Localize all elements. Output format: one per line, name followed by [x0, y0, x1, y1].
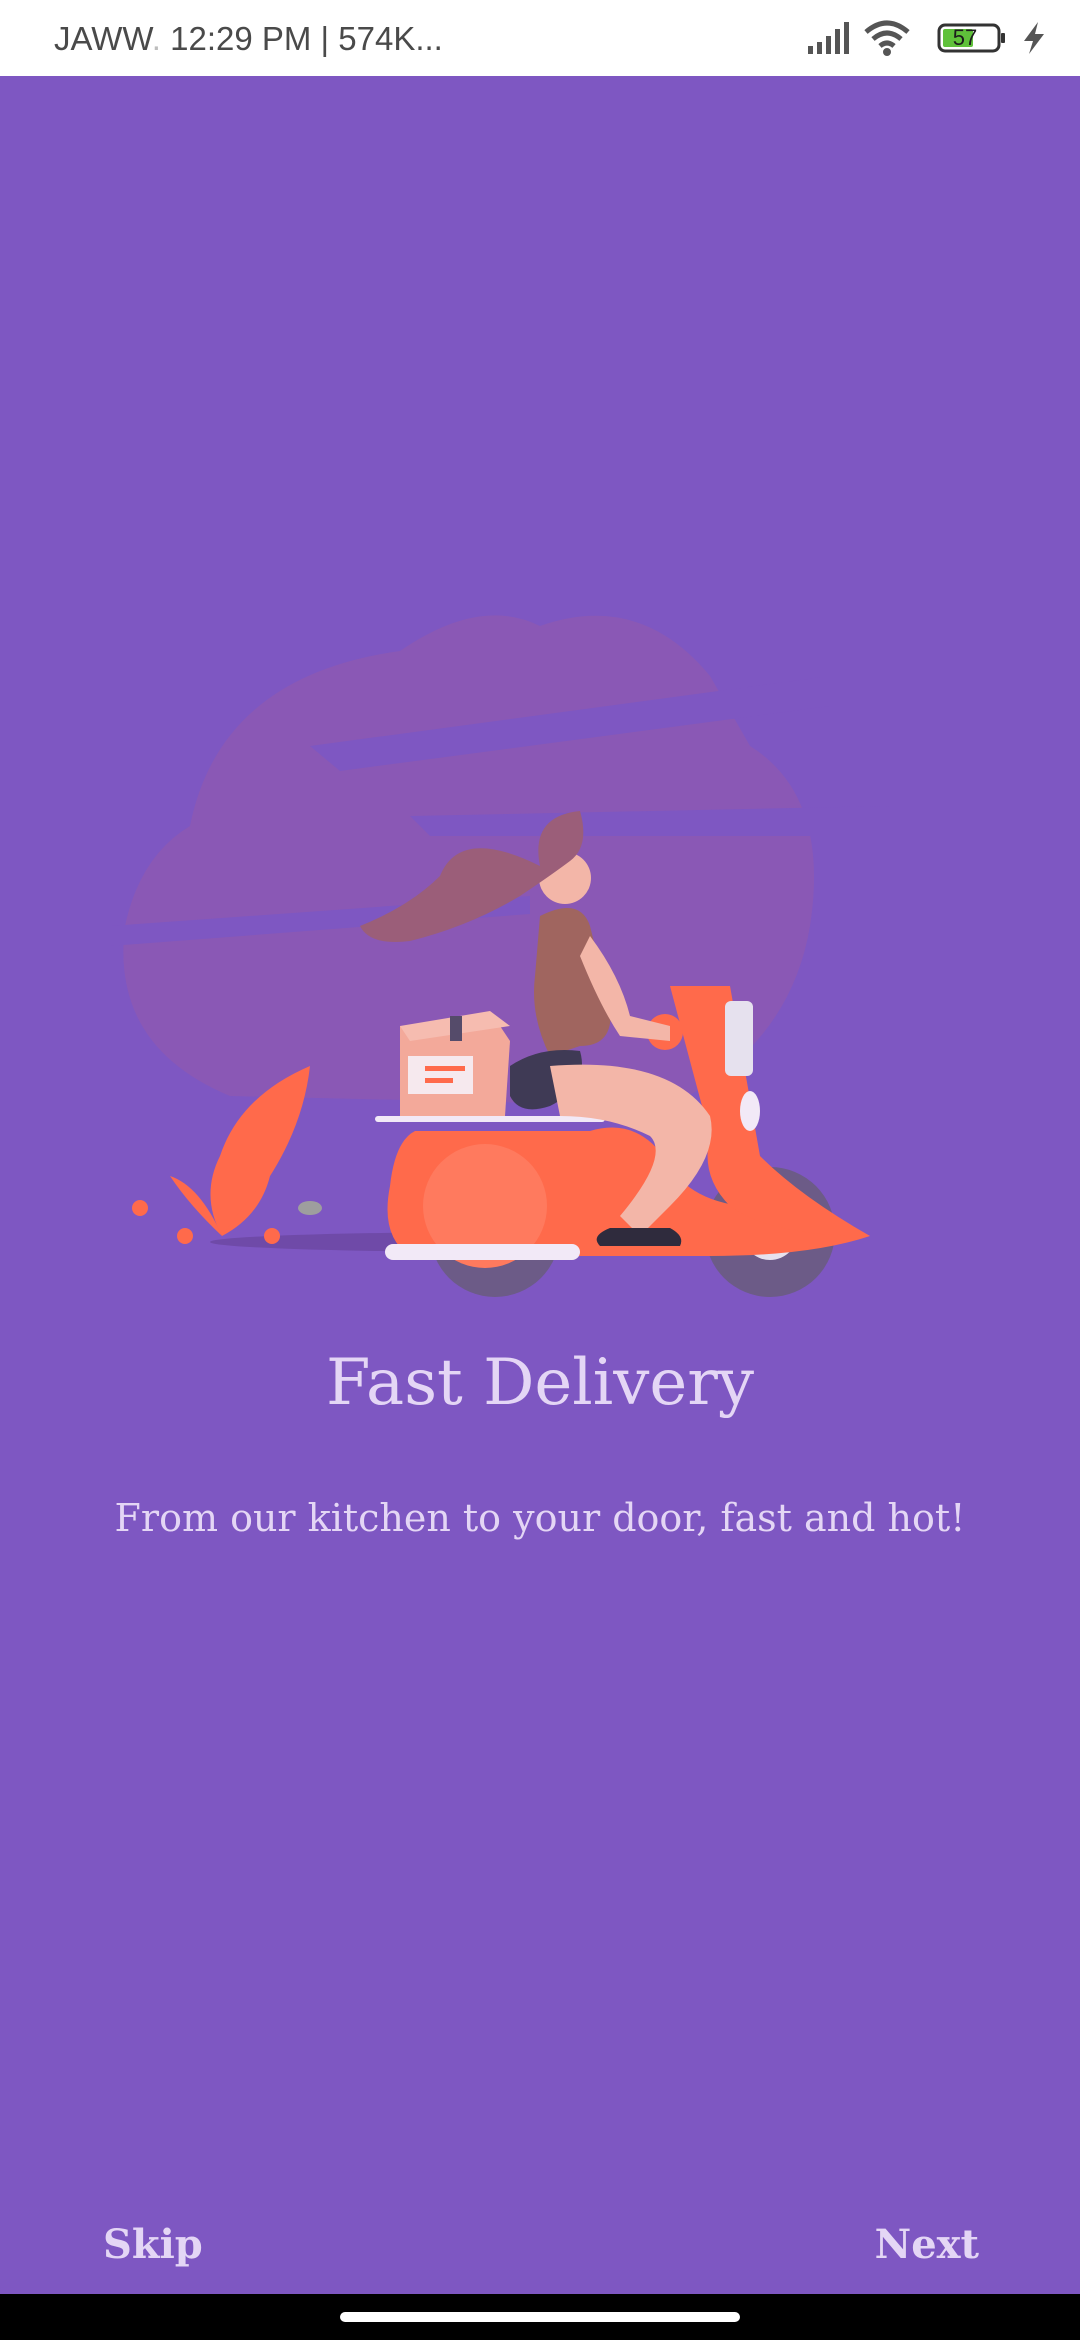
system-nav-bar — [0, 2294, 1080, 2340]
carrier-name: JAWW — [54, 20, 152, 57]
charging-icon — [1024, 22, 1044, 54]
status-bar: JAWW. 12:29 PM | 574K... 57 — [0, 0, 1080, 76]
battery-level: 57 — [952, 25, 978, 50]
status-time: 12:29 PM | 574K... — [170, 20, 443, 57]
skip-button[interactable]: Skip — [103, 2221, 203, 2268]
delivery-scooter-illustration — [110, 615, 890, 1297]
signal-icon — [808, 22, 849, 54]
home-indicator[interactable] — [340, 2312, 740, 2322]
onboarding-screen: Fast Delivery From our kitchen to your d… — [0, 76, 1080, 2294]
wifi-icon — [864, 20, 910, 56]
status-left: JAWW. 12:29 PM | 574K... — [54, 20, 443, 58]
onboarding-subtitle: From our kitchen to your door, fast and … — [114, 1496, 966, 1540]
onboarding-title: Fast Delivery — [325, 1346, 755, 1420]
carrier-fade: . — [151, 20, 161, 57]
next-button[interactable]: Next — [875, 2221, 979, 2268]
